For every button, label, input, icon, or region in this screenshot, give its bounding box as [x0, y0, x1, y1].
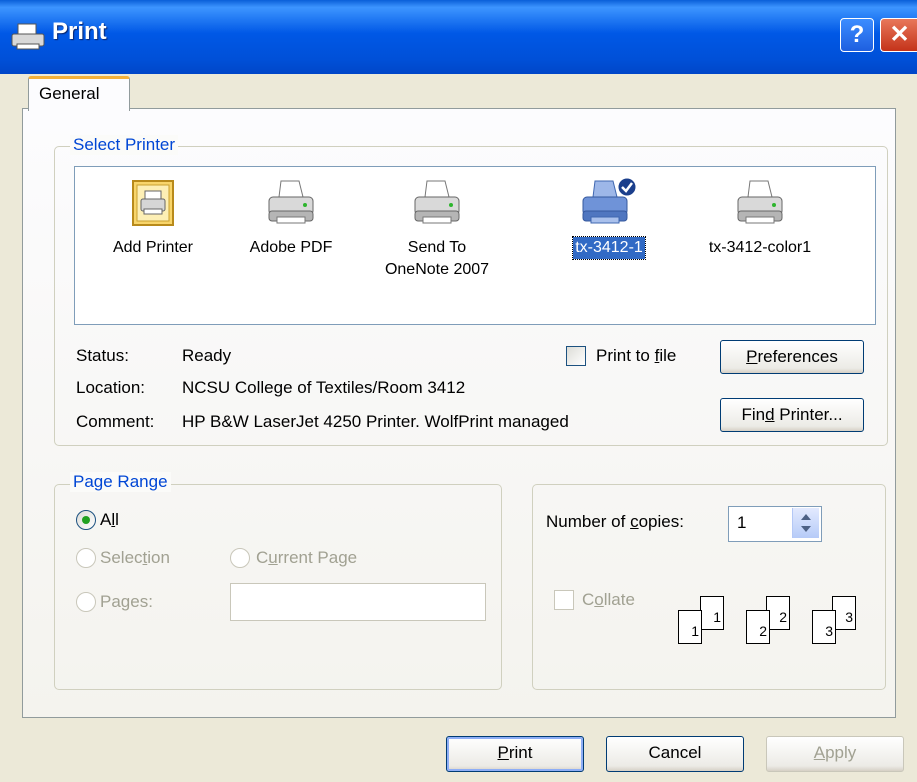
label-part: Pa	[100, 592, 121, 611]
label-part: l	[115, 510, 119, 529]
label-part: references	[757, 347, 838, 366]
printer-item-adobe-pdf[interactable]: Adobe PDF	[231, 177, 351, 259]
printer-item-send-to-onenote[interactable]: Send To OneNote 2007	[377, 177, 497, 281]
printer-name: Adobe PDF	[249, 239, 333, 256]
label-access-key: g	[120, 592, 131, 611]
collate-illustration: 1 1 2 2 3 3	[678, 596, 874, 656]
default-printer-icon	[582, 177, 637, 224]
label-part: Selec	[100, 548, 143, 567]
collate-label[interactable]: Collate	[582, 590, 635, 610]
printer-name-line2: OneNote 2007	[384, 261, 490, 278]
preferences-button[interactable]: Preferences	[720, 340, 864, 374]
label-access-key: P	[497, 743, 509, 762]
all-radio-label[interactable]: All	[100, 510, 119, 530]
label-part: rrent Page	[277, 548, 358, 567]
collate-sheet: 1	[700, 596, 724, 630]
label-access-key: d	[765, 405, 775, 424]
cancel-button[interactable]: Cancel	[606, 736, 744, 772]
label-part: es:	[130, 592, 153, 611]
label-part: ion	[147, 548, 170, 567]
comment-value: HP B&W LaserJet 4250 Printer. WolfPrint …	[182, 412, 569, 431]
selection-radio-label[interactable]: Selection	[100, 548, 170, 568]
label-part: Number of	[546, 512, 631, 531]
window-title: Print	[52, 18, 107, 45]
find-printer-button[interactable]: Find Printer...	[720, 398, 864, 432]
label-part: opies:	[638, 512, 684, 531]
label-part: rint	[508, 743, 533, 762]
radio-selected-dot	[82, 516, 90, 524]
printer-name: Send To	[407, 239, 467, 256]
label-part: C	[256, 548, 269, 567]
title-bar[interactable]: Print ? ✕	[0, 0, 917, 74]
comment-label: Comment:	[76, 412, 155, 431]
location-value: NCSU College of Textiles/Room 3412	[182, 378, 466, 397]
number-of-copies-label: Number of copies:	[546, 512, 684, 532]
selection-radio[interactable]	[76, 548, 96, 568]
printer-item-tx-3412-1[interactable]: tx-3412-1	[549, 177, 669, 260]
status-label: Status:	[76, 346, 129, 365]
copies-value: 1	[737, 513, 747, 532]
label-part: pply	[825, 743, 857, 762]
printer-name: tx-3412-1	[575, 239, 643, 256]
print-button[interactable]: Print	[446, 736, 584, 772]
label-part: C	[582, 590, 595, 609]
label-access-key: c	[630, 512, 639, 531]
label-access-key: P	[746, 347, 758, 366]
pages-radio-label[interactable]: Pages:	[100, 592, 153, 612]
printer-icon	[268, 180, 314, 224]
label-part: Print to	[596, 346, 655, 365]
printer-list[interactable]: Add Printer Adobe PDF Send To OneNote 200…	[74, 166, 876, 325]
current-page-radio-label[interactable]: Current Page	[256, 548, 357, 568]
print-to-file-checkbox[interactable]	[566, 346, 586, 366]
tab-general-label: General	[39, 84, 100, 103]
printer-icon	[11, 23, 45, 50]
apply-button[interactable]: Apply	[766, 736, 904, 772]
label-access-key: u	[268, 548, 278, 567]
status-value: Ready	[182, 346, 232, 365]
label-access-key: o	[594, 590, 604, 609]
close-button[interactable]: ✕	[880, 18, 917, 52]
pages-radio[interactable]	[76, 592, 96, 612]
printer-item-tx-3412-color1[interactable]: tx-3412-color1	[685, 177, 835, 259]
help-button[interactable]: ?	[840, 18, 874, 52]
page-range-legend: Page Range	[70, 472, 171, 492]
spinner-arrows-icon	[801, 514, 811, 532]
print-dialog: Print ? ✕ General Select Printer Add Pri…	[0, 0, 917, 782]
label-part: llate	[603, 590, 635, 609]
collate-sheet: 2	[746, 610, 770, 644]
print-to-file-label[interactable]: Print to file	[596, 346, 676, 366]
add-printer-icon	[132, 180, 174, 226]
printer-item-add-printer[interactable]: Add Printer	[93, 177, 213, 259]
current-page-radio[interactable]	[230, 548, 250, 568]
collate-sheet: 3	[812, 610, 836, 644]
location-label: Location:	[76, 378, 145, 397]
collate-sheet: 1	[678, 610, 702, 644]
all-radio[interactable]	[76, 510, 96, 530]
label-access-key: A	[813, 743, 826, 762]
label-part: Fin	[741, 405, 766, 424]
printer-name: Add Printer	[112, 239, 194, 256]
pages-input[interactable]	[230, 583, 486, 621]
collate-checkbox[interactable]	[554, 590, 574, 610]
printer-icon	[414, 180, 460, 224]
printer-name: tx-3412-color1	[708, 239, 812, 256]
tab-general[interactable]: General	[28, 76, 130, 111]
select-printer-legend: Select Printer	[70, 135, 179, 155]
printer-icon	[737, 180, 783, 224]
label-part: A	[100, 510, 112, 529]
copies-spinner[interactable]	[792, 508, 819, 538]
label-part: ile	[659, 346, 677, 365]
label-part: Printer...	[774, 405, 843, 424]
